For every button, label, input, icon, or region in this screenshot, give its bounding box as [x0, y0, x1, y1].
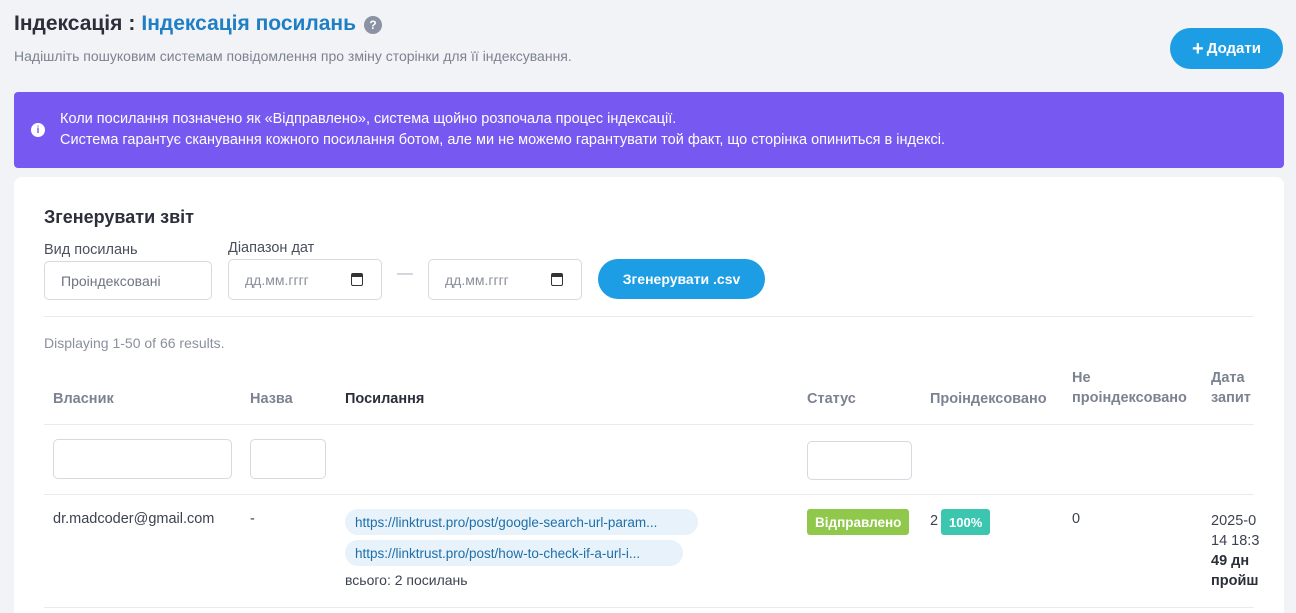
alert-line-1: Коли посилання позначено як «Відправлено… [60, 111, 677, 127]
row-indexed-count: 2 [930, 513, 939, 529]
row-date-line2: 14 18:3 [1211, 533, 1260, 549]
row-owner: dr.madcoder@gmail.com [53, 511, 215, 527]
column-header-links: Посилання [345, 391, 425, 407]
divider [44, 316, 1254, 317]
row-not-indexed: 0 [1072, 511, 1081, 527]
filter-divider [44, 494, 1254, 495]
calendar-icon[interactable] [551, 273, 563, 286]
report-card: Згенерувати звіт Вид посилань Проіндексо… [14, 177, 1284, 613]
date-to-input[interactable]: дд.мм.гггг [428, 259, 582, 300]
date-range-dash: — [397, 265, 413, 282]
row-date-line3: 49 дн [1211, 553, 1250, 569]
link-type-label: Вид посилань [44, 242, 138, 258]
date-from-input[interactable]: дд.мм.гггг [228, 259, 382, 300]
generate-csv-button[interactable]: Згенерувати .csv [598, 259, 765, 299]
filter-owner-input[interactable] [53, 439, 232, 479]
column-header-date-line1: Дата [1211, 370, 1245, 386]
column-header-indexed[interactable]: Проіндексовано [930, 389, 1047, 409]
info-icon: i [31, 123, 45, 137]
status-badge: Відправлено [807, 509, 910, 535]
row-date-line1: 2025-0 [1211, 513, 1257, 529]
row-link-1[interactable]: https://linktrust.pro/post/google-search… [345, 509, 698, 535]
link-type-select[interactable]: Проіндексовані [44, 261, 212, 300]
column-header-not-indexed[interactable]: Не проіндексовано [1072, 368, 1187, 408]
row-links-total: всього: 2 посилань [345, 572, 468, 588]
date-to-placeholder: дд.мм.гггг [445, 271, 509, 288]
calendar-icon[interactable] [351, 273, 363, 286]
title-separator: : [128, 12, 136, 35]
column-header-owner[interactable]: Власник [53, 389, 114, 409]
add-button-label: Додати [1206, 40, 1261, 57]
page-description: Надішліть пошуковим системам повідомленн… [14, 48, 572, 64]
filter-status-input[interactable] [807, 441, 912, 480]
row-link-2[interactable]: https://linktrust.pro/post/how-to-check-… [345, 540, 683, 566]
date-range-label: Діапазон дат [228, 240, 315, 256]
row-date-line4: пройш [1211, 573, 1259, 589]
column-header-not-indexed-line2: проіндексовано [1072, 390, 1187, 406]
header-divider [44, 424, 1254, 425]
column-header-date[interactable]: Дата запит [1211, 368, 1251, 408]
plus-icon: + [1192, 37, 1204, 60]
row-name: - [250, 511, 255, 527]
info-alert: i Коли посилання позначено як «Відправле… [14, 92, 1284, 168]
column-header-status[interactable]: Статус [807, 389, 856, 409]
page-title: Індексація [14, 12, 123, 35]
report-title: Згенерувати звіт [44, 207, 194, 227]
date-from-placeholder: дд.мм.гггг [245, 271, 309, 288]
row-divider [44, 607, 1254, 608]
filter-name-input[interactable] [250, 439, 326, 479]
alert-line-2: Система гарантує сканування кожного поси… [60, 132, 946, 148]
page-title-row: Індексація : Індексація посилань ? [14, 10, 383, 38]
help-icon[interactable]: ? [364, 16, 383, 34]
page-subtitle-link[interactable]: Індексація посилань [141, 12, 356, 36]
link-type-value: Проіндексовані [61, 272, 161, 289]
column-header-name[interactable]: Назва [250, 389, 293, 409]
column-header-date-line2: запит [1211, 390, 1251, 406]
add-button[interactable]: + Додати [1170, 28, 1283, 69]
results-summary: Displaying 1-50 of 66 results. [44, 335, 225, 351]
row-date: 2025-0 14 18:3 49 дн пройш [1211, 511, 1259, 591]
indexed-percent-badge: 100% [941, 509, 991, 535]
column-header-not-indexed-line1: Не [1072, 370, 1091, 386]
